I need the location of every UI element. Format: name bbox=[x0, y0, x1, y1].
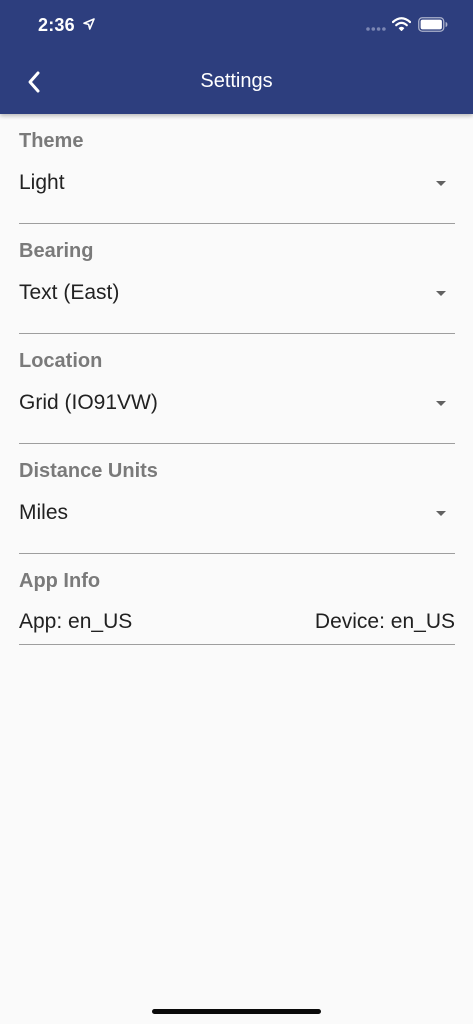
dropdown-arrow-icon bbox=[436, 291, 446, 296]
status-time: 2:36 bbox=[38, 15, 75, 35]
distance-units-select[interactable]: Miles bbox=[19, 496, 455, 532]
location-arrow-icon bbox=[83, 18, 95, 30]
battery-icon bbox=[418, 17, 448, 32]
device-locale: Device: en_US bbox=[314, 610, 455, 633]
bearing-setting: Bearing Text (East) bbox=[19, 224, 455, 334]
bearing-label: Bearing bbox=[19, 240, 94, 262]
theme-label: Theme bbox=[19, 130, 84, 152]
location-select[interactable]: Grid (IO91VW) bbox=[19, 386, 455, 422]
theme-value: Light bbox=[19, 171, 65, 194]
dropdown-arrow-icon bbox=[436, 511, 446, 516]
status-bar: 2:36 bbox=[0, 0, 473, 50]
distance-units-label: Distance Units bbox=[19, 460, 158, 482]
app-locale: App: en_US bbox=[19, 610, 133, 633]
location-value: Grid (IO91VW) bbox=[19, 391, 158, 414]
app-header: 2:36 Settings bbox=[0, 0, 473, 114]
app-info-label: App Info bbox=[19, 570, 101, 592]
page-title: Settings bbox=[200, 70, 273, 92]
location-setting: Location Grid (IO91VW) bbox=[19, 334, 455, 444]
distance-units-value: Miles bbox=[19, 501, 69, 524]
theme-setting: Theme Light bbox=[19, 114, 455, 224]
location-label: Location bbox=[19, 350, 103, 372]
wifi-icon bbox=[392, 17, 411, 31]
theme-select[interactable]: Light bbox=[19, 166, 455, 202]
cellular-signal-icon bbox=[366, 27, 386, 31]
dropdown-arrow-icon bbox=[436, 401, 446, 406]
app-info-section: App Info App: en_US Device: en_US bbox=[19, 554, 455, 645]
distance-units-setting: Distance Units Miles bbox=[19, 444, 455, 554]
settings-list: Theme Light Bearing Text (East) Location… bbox=[19, 114, 455, 645]
bearing-value: Text (East) bbox=[19, 281, 120, 304]
bearing-select[interactable]: Text (East) bbox=[19, 276, 455, 312]
home-indicator[interactable] bbox=[152, 1009, 321, 1014]
dropdown-arrow-icon bbox=[436, 181, 446, 186]
